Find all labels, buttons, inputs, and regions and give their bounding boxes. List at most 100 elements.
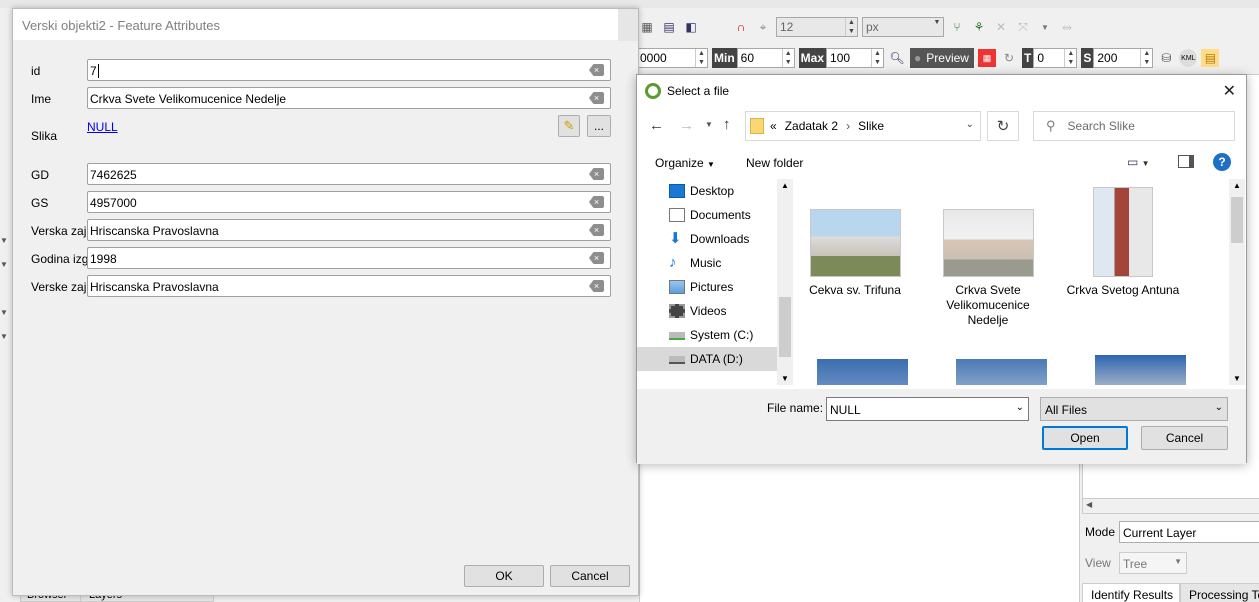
grid-scrollbar[interactable]: ▲ ▼ xyxy=(1229,179,1245,385)
collapse-arrow-icon[interactable]: ▼ xyxy=(0,260,8,269)
clear-icon[interactable]: × xyxy=(589,224,604,236)
zoom-icon[interactable]: 🔍︎ xyxy=(888,49,906,67)
view-options-icon[interactable]: ▭ ▼ xyxy=(1127,155,1150,169)
refresh-icon[interactable]: ↻ xyxy=(1000,49,1018,67)
clear-icon[interactable]: × xyxy=(589,64,604,76)
collapse-arrow-icon[interactable]: ▼ xyxy=(0,308,8,317)
tree-item-pictures[interactable]: Pictures xyxy=(637,275,777,299)
verska-zaj-input[interactable]: Hriscanska Pravoslavna × xyxy=(87,219,611,241)
tab-identify-results[interactable]: Identify Results xyxy=(1082,583,1180,602)
mode-select[interactable]: Current Layer xyxy=(1119,521,1259,543)
reshape-icon[interactable]: ⥈ xyxy=(1058,18,1076,36)
tab-processing-toolbox[interactable]: Processing Too xyxy=(1180,583,1259,602)
ime-input[interactable]: Crkva Svete Velikomucenice Nedelje × xyxy=(87,87,611,109)
clear-icon[interactable]: × xyxy=(589,280,604,292)
thumbnail-image[interactable] xyxy=(1095,355,1186,385)
clear-icon[interactable]: × xyxy=(589,92,604,104)
open-button[interactable]: Open xyxy=(1042,426,1128,450)
id-input[interactable]: 7 × xyxy=(87,59,611,81)
file-item[interactable]: Cekva sv. Trifuna xyxy=(797,209,913,297)
browse-button[interactable]: ... xyxy=(587,115,611,137)
folder-icon xyxy=(750,118,764,134)
view-select[interactable]: Tree ▼ xyxy=(1119,552,1187,574)
file-dialog-titlebar: Select a file ✕ xyxy=(637,75,1246,106)
file-item[interactable]: Crkva Svete Velikomucenice Nedelje xyxy=(930,209,1046,328)
breadcrumb-slike[interactable]: Slike xyxy=(858,119,884,133)
tree-item-documents[interactable]: Documents xyxy=(637,203,777,227)
chevron-down-icon[interactable]: ⌄ xyxy=(1016,402,1024,413)
split-icon[interactable]: ⤧ xyxy=(1014,18,1032,36)
preview-button[interactable]: ● Preview xyxy=(910,48,975,68)
thumbnail-image[interactable] xyxy=(956,359,1047,385)
gs-input[interactable]: 4957000 × xyxy=(87,191,611,213)
s-field[interactable]: 200 ▲ ▼ xyxy=(1093,48,1154,68)
field-row-verske-zaj: Verske zaj Hriscanska Pravoslavna × xyxy=(13,275,640,299)
results-hscrollbar[interactable]: ◀ xyxy=(1082,498,1259,514)
clear-icon[interactable]: × xyxy=(589,252,604,264)
tree-item-downloads[interactable]: ⬇ Downloads xyxy=(637,227,777,251)
help-icon[interactable]: ? xyxy=(1213,153,1231,171)
data-defined-icon[interactable]: ◧ xyxy=(682,18,700,36)
thumbnail-image[interactable] xyxy=(817,359,908,385)
refresh-button[interactable]: ↻ xyxy=(987,111,1019,141)
kml-icon[interactable]: KML xyxy=(1179,49,1198,67)
node-tool-icon[interactable]: ⚘ xyxy=(970,18,988,36)
address-bar[interactable]: « Zadatak 2 › Slike ⌄ xyxy=(745,111,981,141)
breadcrumb-overflow[interactable]: « xyxy=(770,119,777,133)
breadcrumb-zadatak[interactable]: Zadatak 2 xyxy=(785,119,838,133)
clear-icon[interactable]: × xyxy=(589,168,604,180)
color-grid-icon[interactable]: ▦ xyxy=(978,49,997,67)
file-type-select[interactable]: All Files ⌄ xyxy=(1040,397,1228,421)
back-arrow-icon[interactable]: ← xyxy=(649,117,664,134)
field-row-gs: GS 4957000 × xyxy=(13,191,640,215)
search-input[interactable]: ⚲ Search Slike xyxy=(1033,111,1235,141)
t-field[interactable]: 0 ▲ ▼ xyxy=(1033,48,1078,68)
tree-item-system-c[interactable]: System (C:) xyxy=(637,323,777,347)
file-dialog-cancel-button[interactable]: Cancel xyxy=(1141,426,1228,450)
address-dropdown-icon[interactable]: ⌄ xyxy=(966,119,974,130)
gd-input[interactable]: 7462625 × xyxy=(87,163,611,185)
unit-select[interactable]: px ▼ xyxy=(862,17,944,37)
drive-icon xyxy=(669,332,685,340)
edit-pencil-button[interactable]: ✎ xyxy=(558,115,580,137)
recent-chevron-icon[interactable]: ▼ xyxy=(705,120,713,129)
cancel-button[interactable]: Cancel xyxy=(550,565,630,587)
file-item[interactable]: Crkva Svetog Antuna xyxy=(1065,187,1181,298)
forward-arrow-icon[interactable]: → xyxy=(679,117,694,134)
up-arrow-icon[interactable]: ↑ xyxy=(723,116,731,133)
tree-item-music[interactable]: ♪ Music xyxy=(637,251,777,275)
split-chevron-icon[interactable]: ▼ xyxy=(1036,18,1054,36)
table-icon[interactable]: ▤ xyxy=(660,18,678,36)
tree-scrollbar[interactable]: ▲ ▼ xyxy=(777,179,793,385)
slika-link[interactable]: NULL xyxy=(87,120,118,134)
verske-zaj-input[interactable]: Hriscanska Pravoslavna × xyxy=(87,275,611,297)
label-icon[interactable]: ▦ xyxy=(638,18,656,36)
max-field[interactable]: 100 ▲ ▼ xyxy=(826,48,885,68)
preview-pane-icon[interactable] xyxy=(1178,155,1194,168)
file-dialog-nav: ← → ▼ ↑ « Zadatak 2 › Slike ⌄ ↻ ⚲ Search… xyxy=(637,111,1246,143)
tree-item-videos[interactable]: Videos xyxy=(637,299,777,323)
min-field[interactable]: 60 ▲ ▼ xyxy=(736,48,795,68)
field-label: GS xyxy=(31,196,49,210)
tree-item-data-d[interactable]: DATA (D:) xyxy=(637,347,777,371)
close-icon[interactable]: ✕ xyxy=(1223,81,1236,101)
tree-item-desktop[interactable]: Desktop xyxy=(637,179,777,203)
field-0000[interactable]: 0000 ▲ ▼ xyxy=(636,48,708,68)
delete-icon[interactable]: ✕ xyxy=(992,18,1010,36)
tree-item-more[interactable] xyxy=(637,371,777,385)
magnet-icon[interactable]: ∩ xyxy=(732,18,750,36)
dialog-close-button[interactable] xyxy=(618,9,638,41)
font-size-field[interactable]: 12 ▲ ▼ xyxy=(776,17,858,37)
file-name-input[interactable]: NULL ⌄ xyxy=(826,397,1029,421)
godina-izg-input[interactable]: 1998 × xyxy=(87,247,611,269)
collapse-arrow-icon[interactable]: ▼ xyxy=(0,236,8,245)
ok-button[interactable]: OK xyxy=(464,565,544,587)
organize-menu[interactable]: Organize ▼ xyxy=(655,156,715,170)
calculator-icon[interactable]: ▤ xyxy=(1201,49,1220,67)
collapse-arrow-icon[interactable]: ▼ xyxy=(0,332,8,341)
vertex-tool-icon[interactable]: ⑂ xyxy=(948,18,966,36)
clear-icon[interactable]: × xyxy=(589,196,604,208)
database-icon[interactable]: ⛁ xyxy=(1157,49,1175,67)
new-folder-button[interactable]: New folder xyxy=(746,156,803,170)
snap-icon[interactable]: ⌖ xyxy=(754,18,772,36)
